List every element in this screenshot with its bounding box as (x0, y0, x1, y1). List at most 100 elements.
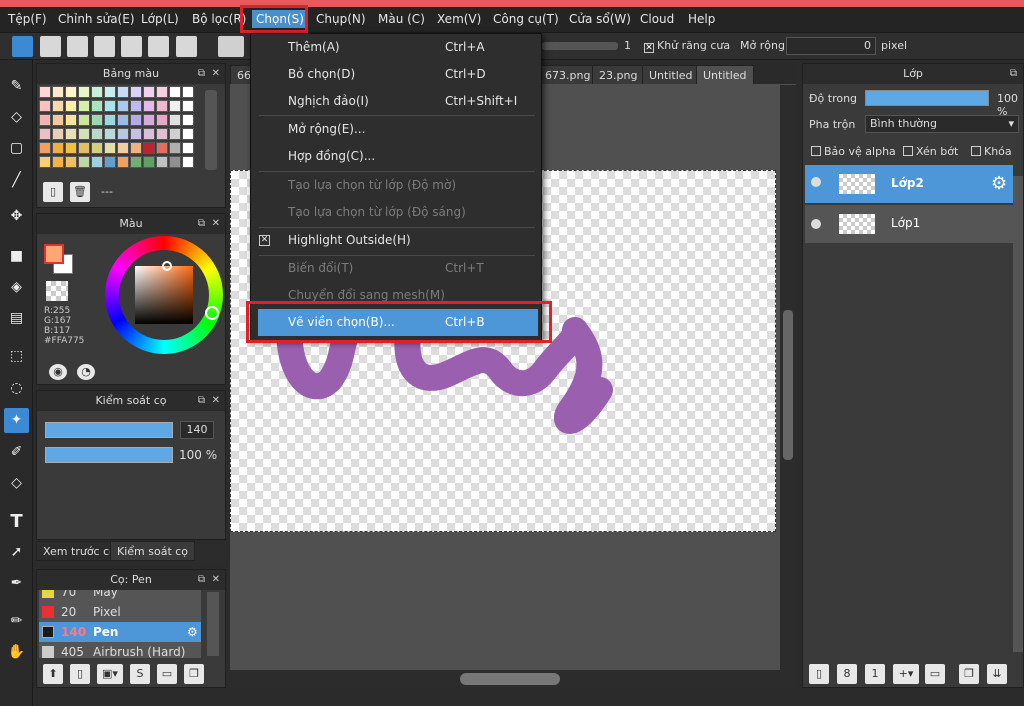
popout-icon[interactable]: ⧉ (198, 570, 205, 590)
color-swatch[interactable] (130, 142, 142, 154)
brush-new-icon[interactable]: ▯ (70, 664, 90, 684)
color-swatch[interactable] (91, 86, 103, 98)
layer-row-selected[interactable]: Lớp2 ⚙ (805, 165, 1013, 203)
color-swatch[interactable] (156, 86, 168, 98)
color-swatch[interactable] (130, 100, 142, 112)
checklist-icon[interactable] (176, 36, 197, 57)
close-icon[interactable]: ✕ (212, 391, 220, 411)
line-tool-icon[interactable]: ╱ (4, 168, 29, 193)
undo-icon[interactable] (218, 36, 244, 57)
menu-item-from-layer-brightness[interactable]: Tạo lựa chọn từ lớp (Độ sáng) (251, 199, 541, 226)
merge-layer-icon[interactable]: ⇊ (987, 664, 1007, 684)
new-palette-icon[interactable]: ▯ (43, 182, 63, 202)
popout-icon[interactable]: ⧉ (198, 391, 205, 411)
color-swatch[interactable] (169, 100, 181, 112)
menu-cloud[interactable]: Cloud (640, 12, 674, 26)
menu-layer[interactable]: Lớp(L) (141, 12, 179, 26)
color-swatch[interactable] (78, 114, 90, 126)
color-swatch[interactable] (182, 100, 194, 112)
menu-item-deselect[interactable]: Bỏ chọn(D) Ctrl+D (251, 61, 541, 88)
color-swatch[interactable] (78, 142, 90, 154)
color-swatch[interactable] (169, 142, 181, 154)
color-swatch[interactable] (143, 86, 155, 98)
brush-size-input[interactable]: 140 (180, 421, 214, 439)
protect-alpha-checkbox[interactable]: Bảo vệ alpha (811, 145, 896, 158)
menu-view[interactable]: Xem(V) (437, 12, 481, 26)
color-swatch[interactable] (130, 156, 142, 168)
color-swatch[interactable] (39, 114, 51, 126)
color-swatch[interactable] (182, 128, 194, 140)
width-slider[interactable] (542, 42, 618, 50)
color-swatch[interactable] (65, 156, 77, 168)
brush-item-selected[interactable]: 140 Pen ⚙ (39, 622, 201, 642)
gradient-tool-icon[interactable]: ▤ (4, 306, 29, 331)
color-swatch[interactable] (130, 128, 142, 140)
menu-file[interactable]: Tệp(F) (8, 12, 47, 26)
menu-edit[interactable]: Chỉnh sửa(E) (58, 12, 135, 26)
palette-scrollbar[interactable] (205, 90, 217, 170)
color-swatch[interactable] (91, 114, 103, 126)
color-swatch[interactable] (182, 86, 194, 98)
popout-icon[interactable]: ⧉ (1010, 64, 1017, 84)
color-swatch[interactable] (104, 114, 116, 126)
color-swatch[interactable] (156, 114, 168, 126)
select-eraser-tool-icon[interactable]: ◇ (4, 471, 29, 496)
delete-palette-icon[interactable]: 🗑 (70, 182, 90, 202)
brush-scrollbar[interactable] (207, 592, 219, 656)
expand-input[interactable]: 0 (786, 37, 876, 55)
color-swatch[interactable] (52, 156, 64, 168)
color-history-icon[interactable]: ◔ (77, 364, 95, 380)
menu-item-select-all[interactable]: Thêm(A) Ctrl+A (251, 34, 541, 61)
menu-item-highlight-outside[interactable]: ✕ Highlight Outside(H) (251, 227, 541, 254)
color-swatch[interactable] (117, 100, 129, 112)
hue-wheel[interactable] (105, 236, 223, 354)
color-swatch[interactable] (52, 114, 64, 126)
color-swatch[interactable] (91, 100, 103, 112)
brush-tool-icon[interactable]: ✎ (4, 74, 29, 99)
canvas-hscroll[interactable] (230, 670, 796, 688)
folder-icon[interactable]: ▭ (925, 664, 945, 684)
color-swatch[interactable] (65, 100, 77, 112)
list-icon[interactable] (148, 36, 169, 57)
color-swatch[interactable] (104, 86, 116, 98)
menu-tools[interactable]: Công cụ(T) (493, 12, 559, 26)
gear-icon[interactable]: ⚙ (991, 173, 1007, 194)
popout-icon[interactable]: ⧉ (198, 214, 205, 234)
color-swatch[interactable] (91, 156, 103, 168)
layer-scrollbar[interactable] (1013, 176, 1023, 652)
menu-color[interactable]: Màu (C) (378, 12, 425, 26)
brush-item[interactable]: 70 Mây (39, 590, 201, 602)
lasso-tool-icon[interactable]: ◌ (4, 376, 29, 401)
close-icon[interactable]: ✕ (212, 570, 220, 590)
brush-item[interactable]: 405 Airbrush (Hard) (39, 642, 201, 658)
color-swatch[interactable] (39, 128, 51, 140)
color-swatch[interactable] (78, 128, 90, 140)
menu-capture[interactable]: Chụp(N) (316, 12, 366, 26)
saturation-square[interactable] (135, 266, 193, 324)
lock-checkbox[interactable]: Khóa (971, 145, 1012, 158)
rectangle-tool-icon[interactable]: ▢ (4, 136, 29, 161)
color-swatch[interactable] (143, 128, 155, 140)
color-swatch[interactable] (78, 86, 90, 98)
color-swatch[interactable] (156, 128, 168, 140)
dropper-tool-icon[interactable]: ✒ (4, 571, 29, 596)
foreground-color-swatch[interactable] (44, 244, 64, 264)
tab-brush-control[interactable]: Kiểm soát cọ (110, 541, 196, 561)
brush-size-slider[interactable] (45, 422, 173, 438)
color-swatch[interactable] (143, 114, 155, 126)
antialias-checkbox[interactable]: ✕ Khử răng cưa (644, 39, 730, 53)
brush-add-icon[interactable]: ⬆ (43, 664, 63, 684)
color-swatch[interactable] (52, 100, 64, 112)
speech-bubble-icon[interactable] (67, 36, 88, 57)
color-swatch[interactable] (65, 114, 77, 126)
operation-tool-icon[interactable]: ➚ (4, 540, 29, 565)
menu-window[interactable]: Cửa sổ(W) (569, 12, 631, 26)
color-swatch[interactable] (65, 128, 77, 140)
brush-copy-icon[interactable]: ▣▾ (97, 664, 123, 684)
bucket-tool-icon[interactable]: ◈ (4, 275, 29, 300)
menu-help[interactable]: Help (688, 12, 715, 26)
hand-tool-icon[interactable]: ✋ (4, 640, 29, 665)
select-all-icon[interactable] (12, 36, 33, 57)
text-tool-icon[interactable]: T (4, 509, 29, 534)
menu-item-expand[interactable]: Mở rộng(E)... (251, 116, 541, 143)
